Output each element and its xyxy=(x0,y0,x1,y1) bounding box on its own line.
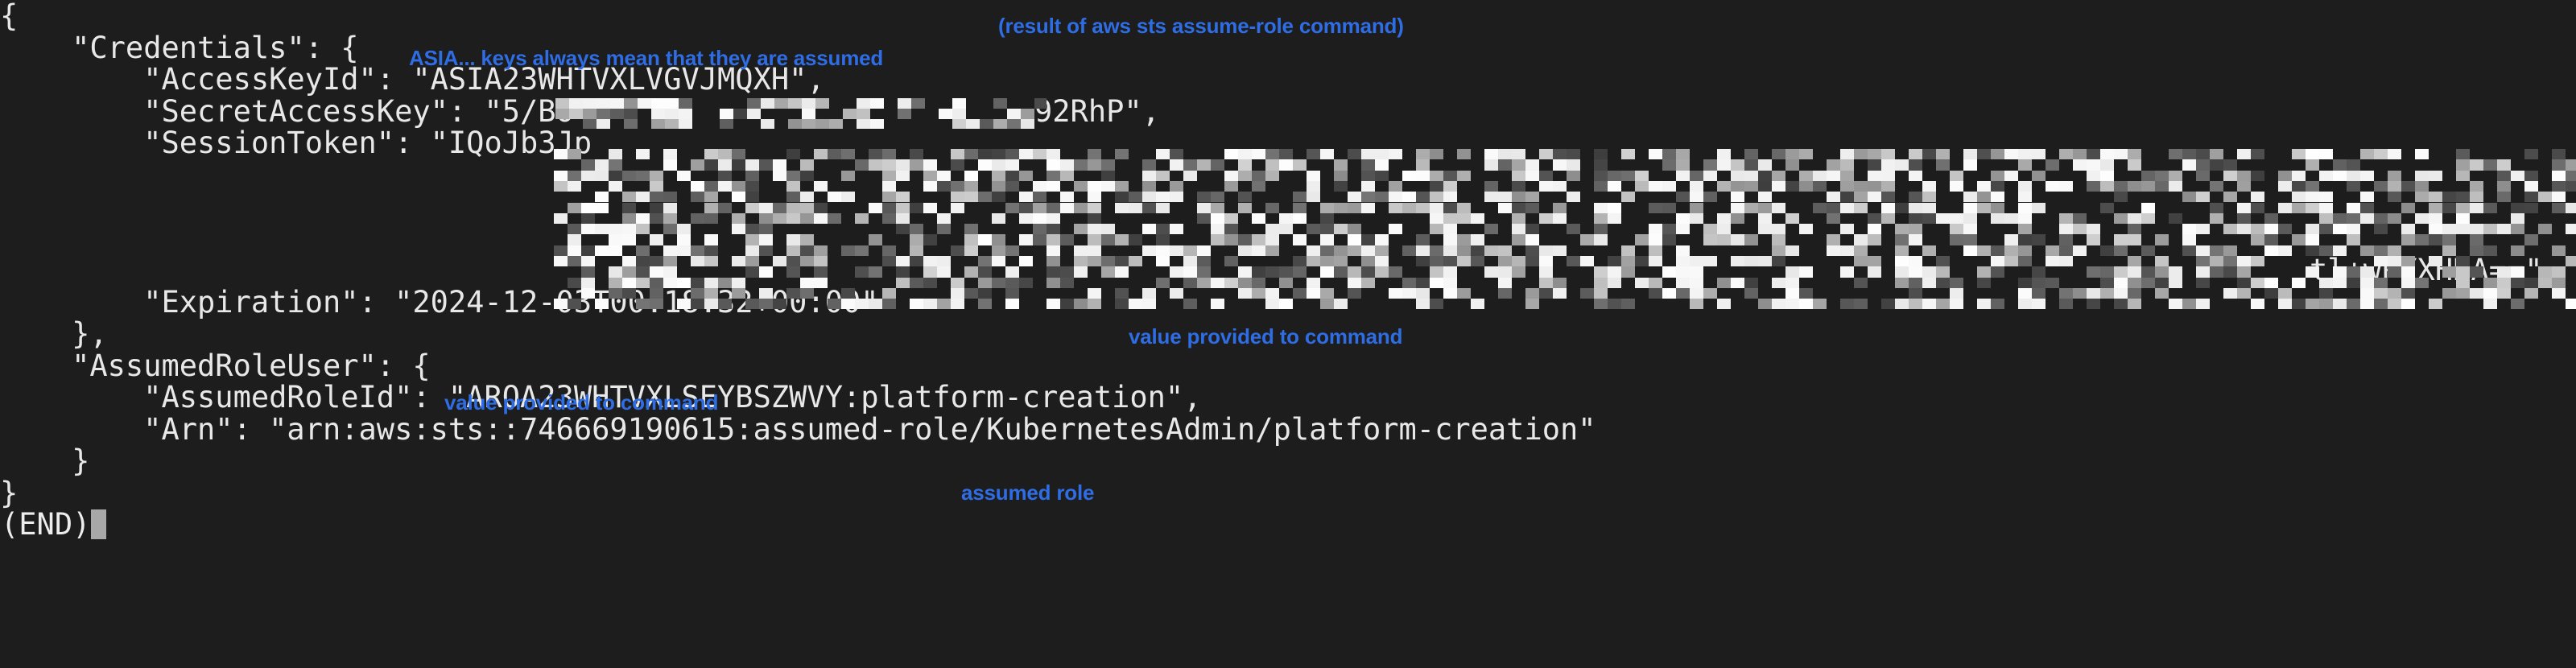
pager-end-label: (END) xyxy=(0,507,92,542)
annotation-label: ASIA... keys always mean that they are a… xyxy=(409,46,884,70)
pager-end-marker: (END) xyxy=(0,507,107,542)
terminal-line: } xyxy=(0,445,2576,477)
terminal-line-text: "Arn": "arn:aws:sts::746669190615:assume… xyxy=(0,411,1596,447)
annotation-label: assumed role xyxy=(961,480,1095,505)
terminal-line-text: { xyxy=(0,0,19,33)
terminal-line-text: "SecretAccessKey": "5/BO xyxy=(0,93,574,129)
terminal-line: } xyxy=(0,475,2576,510)
terminal-cursor[interactable] xyxy=(91,509,107,539)
terminal-line-text: "SessionToken": "IQoJb3Jp xyxy=(0,126,592,160)
terminal-line: "AccessKeyId": "ASIA23WHTVXLVGVJMQXH", xyxy=(0,64,2576,96)
secret-access-key-suffix: 92RhP", xyxy=(1034,93,1160,129)
annotation-label: value provided to command xyxy=(1129,324,1403,348)
terminal-line-text: }, xyxy=(0,316,108,351)
pager-prompt-line: (END) xyxy=(0,509,2576,541)
annotation-label: (result of aws sts assume-role command) xyxy=(998,14,1404,38)
session-token-suffix: tl+wPYXHNA==", xyxy=(2310,253,2561,287)
terminal-line: "AssumedRoleUser": { xyxy=(0,348,2576,383)
terminal-line: "AssumedRoleId": "AROA23WHTVXLSEYBSZWVY:… xyxy=(0,381,2576,414)
terminal-line-text: "AssumedRoleUser": { xyxy=(0,348,431,383)
terminal-window: { "Credentials": { "AccessKeyId": "ASIA2… xyxy=(0,0,2576,668)
terminal-line: tl+wPYXHNA==", xyxy=(0,254,2576,287)
terminal-line-text: } xyxy=(0,475,19,510)
terminal-line-text: } xyxy=(0,443,90,478)
terminal-line: "SessionToken": "IQoJb3Jp xyxy=(0,127,2576,159)
terminal-line: "Expiration": "2024-12-03T00:18:32+00:00… xyxy=(0,284,2576,320)
terminal-line: "Arn": "arn:aws:sts::746669190615:assume… xyxy=(0,411,2576,447)
terminal-line: "SecretAccessKey": "5/BO 92RhP", xyxy=(0,93,2576,129)
annotation-label: value provided to command xyxy=(444,390,719,414)
terminal-output: { "Credentials": { "AccessKeyId": "ASIA2… xyxy=(0,0,2576,541)
terminal-line-text: "Expiration": "2024-12-03T00:18:32+00:00… xyxy=(0,284,879,320)
terminal-line-text: "Credentials": { xyxy=(0,30,359,65)
